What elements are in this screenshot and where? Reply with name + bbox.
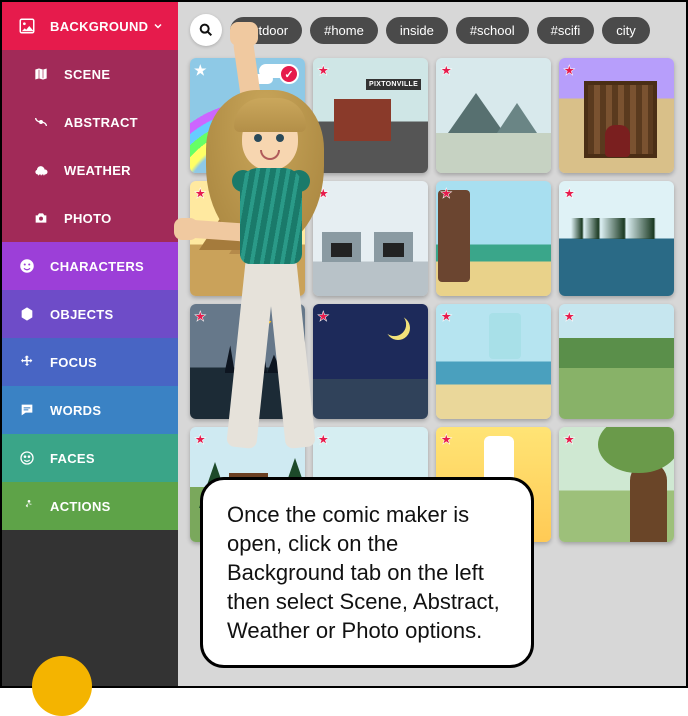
image-icon	[16, 15, 38, 37]
sidebar-item-abstract[interactable]: ABSTRACT	[2, 98, 178, 146]
sidebar-item-label: SCENE	[64, 67, 110, 82]
thumb-library[interactable]: ★	[559, 58, 674, 173]
sidebar-item-label: ACTIONS	[50, 499, 111, 514]
move-icon	[16, 351, 38, 373]
sidebar-item-label: CHARACTERS	[50, 259, 144, 274]
star-icon: ★	[440, 431, 453, 448]
sidebar-item-label: FOCUS	[50, 355, 97, 370]
sidebar-item-label: PHOTO	[64, 211, 112, 226]
sidebar-item-label: OBJECTS	[50, 307, 114, 322]
sidebar-item-objects[interactable]: OBJECTS	[2, 290, 178, 338]
camera-icon	[30, 207, 52, 229]
smile-icon	[16, 447, 38, 469]
guide-character	[192, 42, 352, 462]
hexagon-icon	[16, 303, 38, 325]
star-icon: ★	[563, 431, 576, 448]
sidebar-item-background[interactable]: BACKGROUND	[2, 2, 178, 50]
chat-icon	[16, 399, 38, 421]
chevron-down-icon	[152, 20, 164, 32]
thumb-beach[interactable]: ★	[436, 304, 551, 419]
sidebar-item-weather[interactable]: WEATHER	[2, 146, 178, 194]
sidebar-item-focus[interactable]: FOCUS	[2, 338, 178, 386]
sidebar-item-label: WORDS	[50, 403, 101, 418]
sidebar-empty	[2, 530, 178, 686]
sidebar-item-photo[interactable]: PHOTO	[2, 194, 178, 242]
tag-school[interactable]: #school	[456, 17, 529, 44]
sidebar-item-scene[interactable]: SCENE	[2, 50, 178, 98]
star-icon: ★	[440, 62, 453, 79]
sidebar-item-faces[interactable]: FACES	[2, 434, 178, 482]
face-icon	[16, 255, 38, 277]
thumb-mountains[interactable]: ★	[436, 58, 551, 173]
thumb-beach-cliff[interactable]: ★	[436, 181, 551, 296]
sidebar-item-label: ABSTRACT	[64, 115, 138, 130]
thumb-lake[interactable]: ★	[559, 181, 674, 296]
star-icon: ★	[440, 185, 453, 202]
tag-home[interactable]: #home	[310, 17, 378, 44]
star-icon: ★	[563, 185, 576, 202]
map-icon	[30, 63, 52, 85]
tag-scifi[interactable]: #scifi	[537, 17, 595, 44]
thumb-park[interactable]: ★	[559, 304, 674, 419]
instruction-speech-bubble: Once the comic maker is open, click on t…	[200, 477, 534, 668]
star-icon: ★	[563, 62, 576, 79]
cloud-rain-icon	[30, 159, 52, 181]
instruction-text: Once the comic maker is open, click on t…	[227, 502, 500, 643]
star-icon: ★	[563, 308, 576, 325]
help-orb[interactable]	[32, 656, 92, 716]
thumb-tree[interactable]: ★	[559, 427, 674, 542]
spiral-icon	[30, 111, 52, 133]
sidebar: BACKGROUND SCENE ABSTRACT WEATHER PHOTO …	[2, 2, 178, 686]
sidebar-item-label: BACKGROUND	[50, 19, 148, 34]
sidebar-item-characters[interactable]: CHARACTERS	[2, 242, 178, 290]
sidebar-item-actions[interactable]: ACTIONS	[2, 482, 178, 530]
sidebar-item-label: FACES	[50, 451, 95, 466]
sidebar-item-label: WEATHER	[64, 163, 131, 178]
sidebar-item-words[interactable]: WORDS	[2, 386, 178, 434]
star-icon: ★	[440, 308, 453, 325]
search-icon	[198, 22, 214, 38]
tag-city[interactable]: city	[602, 17, 650, 44]
tag-inside[interactable]: inside	[386, 17, 448, 44]
running-icon	[16, 495, 38, 517]
